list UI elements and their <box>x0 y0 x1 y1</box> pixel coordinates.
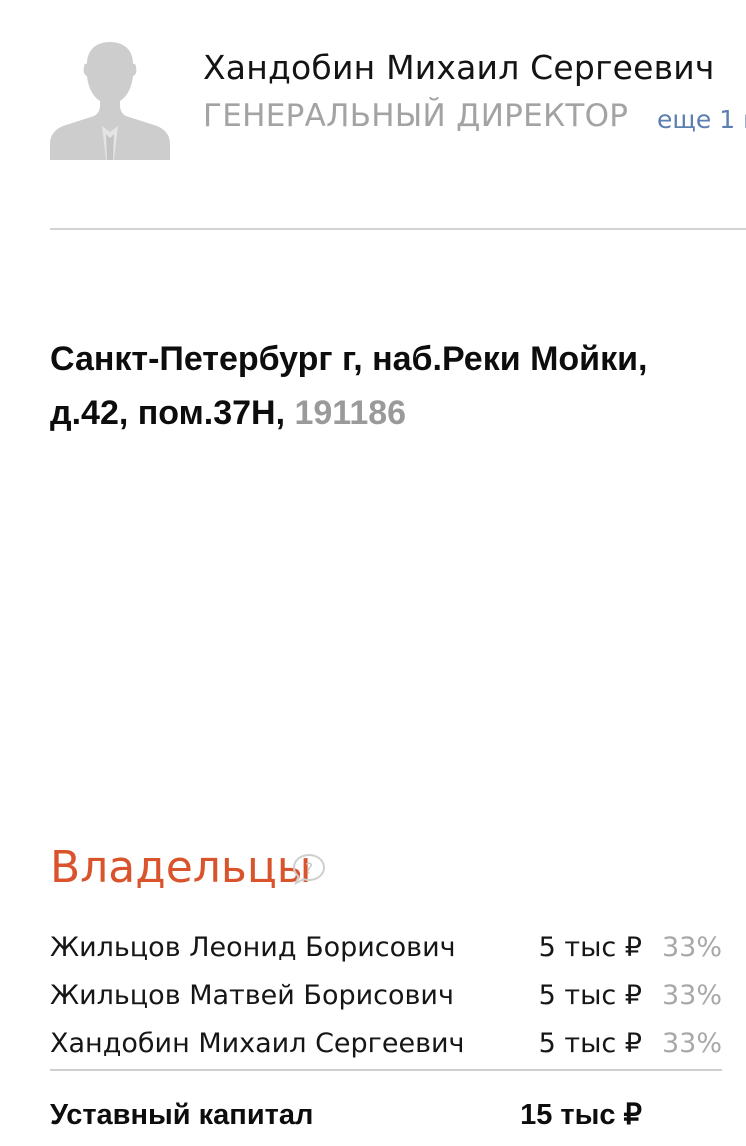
owner-amount: 5 тыс ₽ <box>538 932 642 963</box>
avatar-placeholder-icon <box>50 42 170 160</box>
owner-amount: 5 тыс ₽ <box>538 980 642 1011</box>
owner-row[interactable]: Жильцов Матвей Борисович 5 тыс ₽ 33% <box>50 972 722 1020</box>
owner-share: 33% <box>661 932 722 963</box>
owner-share: 33% <box>661 980 722 1011</box>
help-icon[interactable]: ? <box>292 853 326 885</box>
director-name: Хандобин Михаил Сергеевич <box>203 48 715 87</box>
capital-value: 15 тыс ₽ <box>520 1099 642 1131</box>
more-positions-link[interactable]: еще 1 г <box>657 104 746 136</box>
owner-name: Жильцов Матвей Борисович <box>50 980 454 1011</box>
section-divider <box>50 228 746 230</box>
postal-code: 191186 <box>294 394 407 432</box>
owners-divider <box>50 1069 722 1071</box>
owners-list: Жильцов Леонид Борисович 5 тыс ₽ 33% Жил… <box>50 924 722 1068</box>
owners-heading: Владельцы <box>50 842 312 893</box>
company-address: Санкт-Петербург г, наб.Реки Мойки, д.42,… <box>50 332 730 440</box>
owner-name: Хандобин Михаил Сергеевич <box>50 1028 465 1059</box>
svg-text:?: ? <box>305 860 313 878</box>
director-role: ГЕНЕРАЛЬНЫЙ ДИРЕКТОР <box>203 98 629 134</box>
owner-amount: 5 тыс ₽ <box>538 1028 642 1059</box>
owner-row[interactable]: Хандобин Михаил Сергеевич 5 тыс ₽ 33% <box>50 1020 722 1068</box>
owner-share: 33% <box>661 1028 722 1059</box>
capital-label: Уставный капитал <box>50 1099 314 1131</box>
owner-name: Жильцов Леонид Борисович <box>50 932 456 963</box>
director-card: Хандобин Михаил Сергеевич ГЕНЕРАЛЬНЫЙ ДИ… <box>50 38 746 162</box>
owner-row[interactable]: Жильцов Леонид Борисович 5 тыс ₽ 33% <box>50 924 722 972</box>
